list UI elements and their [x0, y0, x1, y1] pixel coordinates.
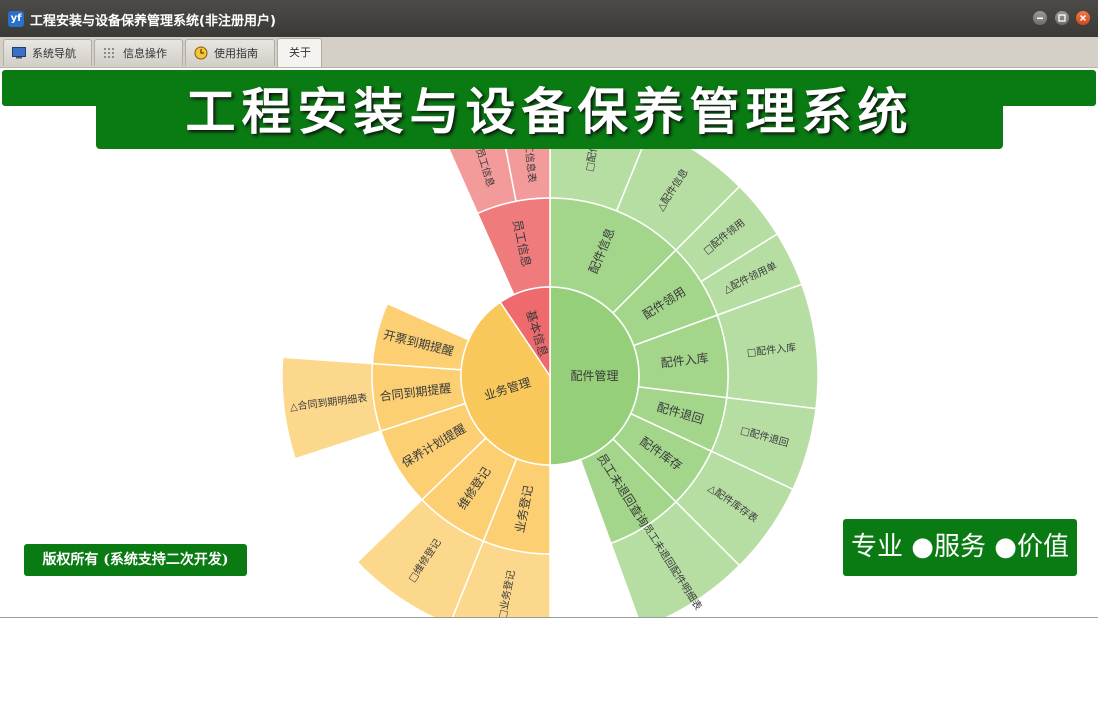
banner-title: 工程安装与设备保养管理系统: [96, 76, 1003, 149]
sunburst-child-segment[interactable]: [476, 197, 551, 296]
app-window: yf 工程安装与设备保养管理系统(非注册用户) 系统导航 信息操作 使用指南 关…: [0, 0, 1098, 618]
copyright-label: 版权所有 (系统支持二次开发): [24, 544, 247, 576]
slogan-label: 专业 ●服务 ●价值: [843, 519, 1077, 576]
sunburst-root-label: 配件管理: [570, 368, 618, 383]
